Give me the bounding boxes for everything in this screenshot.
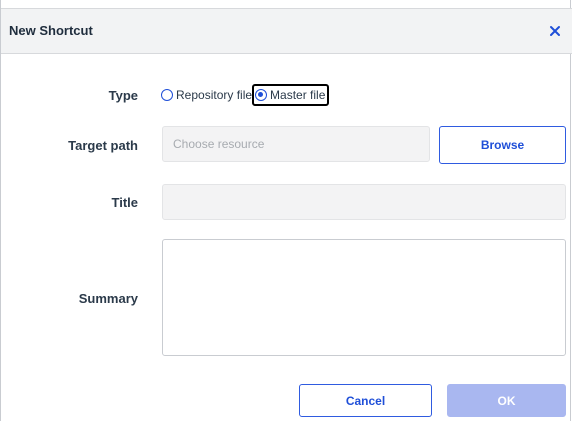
radio-circle-unchecked xyxy=(161,89,173,101)
cancel-button[interactable]: Cancel xyxy=(299,384,432,417)
new-shortcut-dialog: New Shortcut Type Repository file Master… xyxy=(0,0,572,421)
type-label: Type xyxy=(108,88,138,103)
radio-circle-checked xyxy=(255,89,268,101)
radio-repository-file[interactable]: Repository file xyxy=(161,85,252,105)
target-path-placeholder: Choose resource xyxy=(173,137,265,151)
target-path-label: Target path xyxy=(68,138,138,153)
title-input[interactable] xyxy=(162,184,566,220)
close-icon[interactable] xyxy=(546,22,564,40)
dialog-header: New Shortcut xyxy=(1,8,572,54)
ok-button[interactable]: OK xyxy=(447,384,566,417)
browse-button[interactable]: Browse xyxy=(439,126,566,164)
radio-repository-file-label: Repository file xyxy=(176,88,253,102)
title-label: Title xyxy=(111,195,139,210)
target-path-input[interactable]: Choose resource xyxy=(162,126,430,162)
radio-master-file-label: Master file xyxy=(270,88,326,102)
radio-master-file[interactable]: Master file xyxy=(252,84,330,106)
summary-textarea[interactable] xyxy=(162,239,566,356)
type-radio-group: Repository file Master file xyxy=(161,84,330,106)
dialog-title: New Shortcut xyxy=(9,23,93,38)
summary-label: Summary xyxy=(78,291,138,306)
